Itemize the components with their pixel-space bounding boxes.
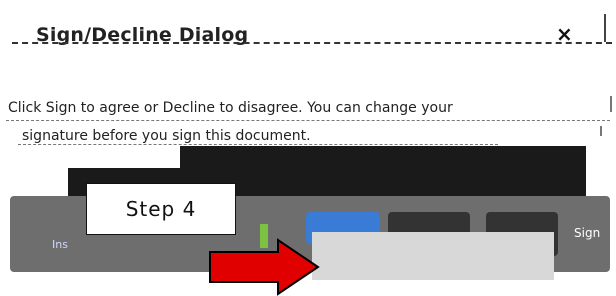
install-button-label[interactable]: Ins — [52, 238, 68, 251]
step-callout: Step 4 — [86, 183, 236, 235]
instruction-text-line-2: signature before you sign this document. — [22, 128, 311, 144]
divider — [18, 144, 498, 145]
header-divider — [12, 42, 612, 44]
right-arrow-icon — [209, 238, 320, 296]
edge-mark — [600, 126, 602, 136]
divider — [6, 120, 610, 121]
edge-mark — [610, 96, 612, 112]
sign-button-label[interactable]: Sign — [574, 226, 600, 240]
overlay-panel — [312, 232, 554, 280]
signature-area-top — [180, 146, 586, 168]
instruction-text-line-1: Click Sign to agree or Decline to disagr… — [8, 100, 453, 116]
window-edge — [604, 14, 606, 42]
